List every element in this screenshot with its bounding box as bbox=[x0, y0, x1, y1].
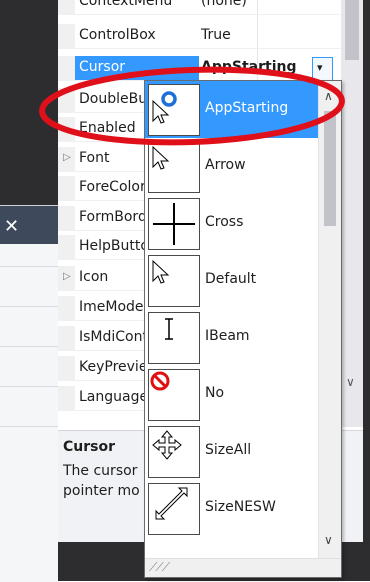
divider bbox=[0, 346, 58, 347]
row-margin bbox=[58, 117, 75, 141]
cursor-option-label: Arrow bbox=[205, 157, 246, 173]
scroll-down-icon[interactable]: ∨ bbox=[346, 375, 355, 389]
cursor-option-label: Default bbox=[205, 271, 257, 287]
property-row-contextmenu[interactable]: ContextMenu (none) bbox=[58, 0, 341, 15]
property-value[interactable]: True bbox=[201, 27, 231, 43]
left-panel: ✕ bbox=[0, 205, 58, 582]
row-margin bbox=[58, 0, 75, 14]
property-name: ControlBox bbox=[79, 27, 156, 43]
row-margin bbox=[58, 88, 75, 112]
description-title: Cursor bbox=[63, 439, 116, 455]
ibeam-cursor-icon bbox=[148, 312, 200, 364]
right-dark-chrome bbox=[363, 0, 370, 581]
row-margin bbox=[58, 206, 75, 230]
divider bbox=[0, 306, 58, 307]
property-name: ContextMenu bbox=[79, 0, 173, 9]
row-margin bbox=[58, 235, 75, 259]
cursor-option-sizenesw[interactable]: SizeNESW bbox=[145, 480, 318, 537]
scroll-down-icon[interactable]: ∨ bbox=[324, 533, 333, 547]
scroll-up-icon[interactable]: ∧ bbox=[324, 89, 333, 103]
expand-arrow-icon[interactable]: ▷ bbox=[63, 271, 71, 282]
size-all-cursor-icon bbox=[148, 426, 200, 478]
cursor-option-appstarting[interactable]: AppStarting bbox=[145, 81, 318, 138]
row-margin bbox=[58, 386, 75, 410]
row-margin bbox=[58, 326, 75, 350]
size-nesw-cursor-icon bbox=[148, 483, 200, 535]
scrollbar-thumb[interactable] bbox=[345, 0, 359, 60]
row-margin bbox=[58, 296, 75, 320]
row-margin bbox=[58, 56, 75, 80]
row-margin bbox=[58, 356, 75, 380]
dropdown-resize-grip[interactable]: ⟋⟋⟋ bbox=[145, 558, 341, 577]
app-starting-cursor-icon bbox=[148, 84, 200, 136]
cursor-option-sizeall[interactable]: SizeAll bbox=[145, 423, 318, 480]
expand-arrow-icon[interactable]: ▷ bbox=[63, 152, 71, 163]
arrow-cursor-icon bbox=[148, 141, 200, 193]
row-margin bbox=[58, 24, 75, 48]
divider bbox=[0, 426, 58, 427]
cursor-option-label: SizeAll bbox=[205, 442, 252, 458]
divider bbox=[0, 266, 58, 267]
cursor-option-no[interactable]: No bbox=[145, 366, 318, 423]
description-text: pointer mo bbox=[63, 483, 140, 499]
default-cursor-icon bbox=[148, 255, 200, 307]
property-value[interactable]: (none) bbox=[201, 0, 247, 9]
row-margin bbox=[58, 176, 75, 200]
cursor-option-label: AppStarting bbox=[205, 100, 289, 116]
property-grid-scrollbar[interactable]: ∨ bbox=[341, 0, 363, 427]
cursor-option-label: Cross bbox=[205, 214, 244, 230]
no-cursor-icon bbox=[148, 369, 200, 421]
cross-cursor-icon bbox=[148, 198, 200, 250]
cursor-option-label: IBeam bbox=[205, 328, 250, 344]
property-value[interactable]: AppStarting bbox=[201, 59, 296, 75]
cursor-option-ibeam[interactable]: IBeam bbox=[145, 309, 318, 366]
divider bbox=[0, 386, 58, 387]
cursor-option-default[interactable]: Default bbox=[145, 252, 318, 309]
cursor-option-label: No bbox=[205, 385, 225, 401]
property-name: Cursor bbox=[79, 59, 126, 75]
cursor-dropdown-list[interactable]: AppStarting Arrow Cross Default IBeam No… bbox=[144, 80, 342, 578]
resize-grip-icon[interactable]: ⟋⟋⟋ bbox=[149, 560, 170, 575]
cursor-option-arrow[interactable]: Arrow bbox=[145, 138, 318, 195]
property-row-cursor[interactable]: Cursor AppStarting bbox=[58, 56, 341, 81]
scrollbar-thumb[interactable] bbox=[324, 111, 336, 226]
close-icon[interactable]: ✕ bbox=[4, 216, 19, 237]
property-row-controlbox[interactable]: ControlBox True bbox=[58, 24, 341, 49]
cursor-option-label: SizeNESW bbox=[205, 499, 276, 515]
description-text: The cursor bbox=[63, 463, 138, 479]
dropdown-scrollbar[interactable]: ∧ ∨ bbox=[318, 81, 341, 558]
cursor-dropdown-button[interactable]: ▾ bbox=[312, 57, 333, 81]
cursor-option-cross[interactable]: Cross bbox=[145, 195, 318, 252]
chevron-down-icon: ▾ bbox=[317, 61, 323, 74]
